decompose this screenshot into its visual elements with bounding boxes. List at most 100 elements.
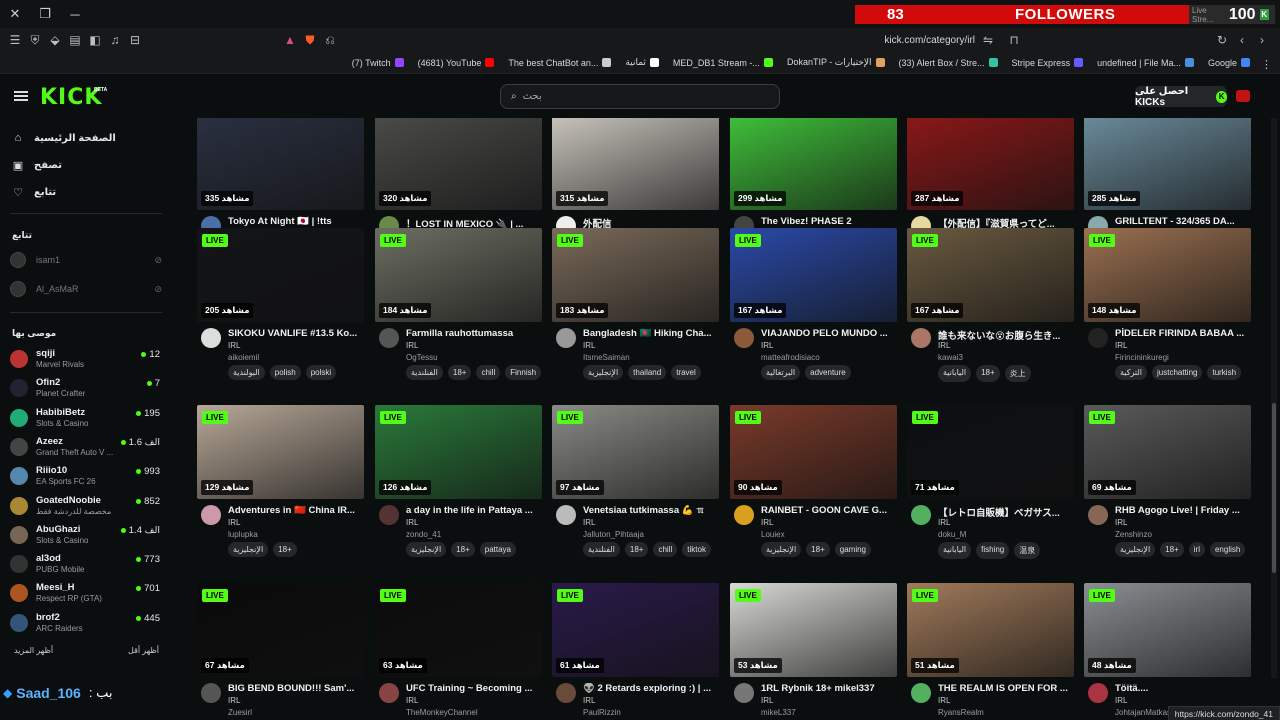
stream-tag[interactable]: justchatting xyxy=(1152,365,1203,380)
stream-thumbnail[interactable]: 285 مشاهد xyxy=(1084,118,1251,210)
stream-thumbnail[interactable]: LIVE 97 مشاهد xyxy=(552,405,719,499)
tabs-icon[interactable]: ⊟ xyxy=(125,28,145,52)
stream-thumbnail[interactable]: LIVE 69 مشاهد xyxy=(1084,405,1251,499)
stream-card[interactable]: LIVE 67 مشاهد BIG BEND BOUND!!! Sam'... IRL… xyxy=(197,583,364,720)
stream-tag[interactable]: pattaya xyxy=(479,542,516,557)
avatar[interactable] xyxy=(201,505,221,525)
stream-thumbnail[interactable]: LIVE 183 مشاهد xyxy=(552,228,719,322)
search-input[interactable]: ⌕ بحث xyxy=(500,84,780,109)
stream-card[interactable]: LIVE 90 مشاهد RAINBET - GOON CAVE G... IRL L… xyxy=(730,405,897,577)
stream-card[interactable]: LIVE 167 مشاهد 誰も来ないな😵お腹ら生き... IRL kawai3 الي… xyxy=(907,228,1074,400)
stream-tag[interactable]: gaming xyxy=(834,542,871,557)
stream-thumbnail[interactable]: 335 مشاهد xyxy=(197,118,364,210)
stream-thumbnail[interactable]: LIVE 126 مشاهد xyxy=(375,405,542,499)
bookmark-item[interactable]: DokanTIP - الإختيارات xyxy=(787,57,885,68)
stream-title[interactable]: Adventures in 🇨🇳 China IR... xyxy=(228,505,364,516)
avatar[interactable] xyxy=(379,683,399,703)
stream-title[interactable]: Farmilla rauhottumassa xyxy=(406,328,542,339)
stream-category[interactable]: IRL xyxy=(583,696,595,705)
stream-thumbnail[interactable]: LIVE 71 مشاهد xyxy=(907,405,1074,499)
stream-card[interactable]: LIVE 205 مشاهد SIKOKU VANLIFE #13.5 Ko... I… xyxy=(197,228,364,400)
stream-tag[interactable]: adventure xyxy=(805,365,851,380)
bookmark-item[interactable]: Google xyxy=(1208,58,1250,68)
stream-title[interactable]: 誰も来ないな😵お腹ら生き... xyxy=(938,328,1074,342)
stream-category[interactable]: IRL xyxy=(228,518,240,527)
extension-icon[interactable]: ⬙ xyxy=(45,28,65,52)
menu-icon[interactable]: ☰ xyxy=(5,28,25,52)
stream-card[interactable]: LIVE 184 مشاهد Farmilla rauhottumassa IRL Og… xyxy=(375,228,542,400)
bookmark-item[interactable]: ثمانية xyxy=(625,57,659,68)
stream-tag[interactable]: chill xyxy=(476,365,501,380)
stream-card[interactable]: LIVE 183 مشاهد Bangladesh 🇧🇩 Hiking Cha...… xyxy=(552,228,719,400)
stream-tag[interactable]: الإنجليزية xyxy=(761,542,802,557)
stream-card[interactable]: LIVE 51 مشاهد THE REALM IS OPEN FOR ... IRL… xyxy=(907,583,1074,720)
avatar[interactable] xyxy=(201,328,221,348)
avatar[interactable] xyxy=(556,505,576,525)
stream-thumbnail[interactable]: LIVE 61 مشاهد xyxy=(552,583,719,677)
avatar[interactable] xyxy=(734,328,754,348)
stream-card[interactable]: LIVE 61 مشاهد 👽 2 Retards exploring :) | .… xyxy=(552,583,719,720)
music-icon[interactable]: ♫ xyxy=(105,28,125,52)
close-window-icon[interactable]: ✕ xyxy=(0,6,30,22)
back-icon[interactable]: ‹ xyxy=(1232,28,1252,52)
site-settings-icon[interactable]: ⇋ xyxy=(978,28,998,52)
stream-category[interactable]: IRL xyxy=(938,696,950,705)
avatar[interactable] xyxy=(911,683,931,703)
stream-tag[interactable]: polish xyxy=(269,365,301,380)
stream-username[interactable]: doku_M xyxy=(938,530,966,539)
stream-card[interactable]: LIVE 69 مشاهد RHB Agogo Live! | Friday ...… xyxy=(1084,405,1251,577)
page-scrollbar[interactable] xyxy=(1271,118,1277,678)
stream-tag[interactable]: 18+ xyxy=(1160,542,1184,557)
stream-tag[interactable]: polski xyxy=(305,365,337,380)
url-text[interactable]: kick.com/category/irl xyxy=(884,35,975,46)
bookmark-item[interactable]: (33) Alert Box / Stre... xyxy=(899,58,998,68)
stream-tag[interactable]: 温泉 xyxy=(1014,542,1041,559)
recommended-item[interactable]: GoatedNoobie مخصصة للدردشة فقط 852 xyxy=(10,493,160,521)
stream-thumbnail[interactable]: 315 مشاهد xyxy=(552,118,719,210)
stream-tag[interactable]: 18+ xyxy=(624,542,649,557)
stream-username[interactable]: Zenshinzo xyxy=(1115,530,1152,539)
recommended-item[interactable]: AbuGhazi Slots & Casino 1.4 الف xyxy=(10,522,160,550)
recommended-item[interactable]: Ofin2 Planet Crafter 7 xyxy=(10,375,160,403)
stream-card[interactable]: LIVE 129 مشاهد Adventures in 🇨🇳 China IR..… xyxy=(197,405,364,577)
stream-category[interactable]: IRL xyxy=(583,518,595,527)
stream-username[interactable]: TheMonkeyChannel xyxy=(406,708,478,717)
stream-title[interactable]: RHB Agogo Live! | Friday ... xyxy=(1115,505,1251,516)
bookmark-item[interactable]: (7) Twitch xyxy=(352,58,404,68)
stream-thumbnail[interactable]: LIVE 205 مشاهد xyxy=(197,228,364,322)
avatar[interactable] xyxy=(201,683,221,703)
stream-card[interactable]: LIVE 63 مشاهد UFC Training ~ Becoming ... I… xyxy=(375,583,542,720)
stream-tag[interactable]: thailand xyxy=(628,365,667,380)
avatar[interactable] xyxy=(1088,328,1108,348)
stream-username[interactable]: kawai3 xyxy=(938,353,963,362)
sidebar-item-following[interactable]: ♡ تتابع xyxy=(12,186,56,199)
stream-tag[interactable]: irl xyxy=(1188,542,1205,557)
stream-title[interactable]: 【レトロ自販機】ベガサス... xyxy=(938,505,1074,519)
avatar[interactable] xyxy=(734,505,754,525)
stream-tag[interactable]: 18+ xyxy=(447,365,472,380)
address-bar[interactable]: ▲ ⛊ ⎌ kick.com/category/irl ⇋ ⊓ xyxy=(280,30,1030,50)
stream-title[interactable]: GRILLTENT - 324/365 DA... xyxy=(1115,216,1251,227)
share-icon[interactable]: ⎌ xyxy=(320,28,340,52)
stream-title[interactable]: RAINBET - GOON CAVE G... xyxy=(761,505,897,516)
stream-username[interactable]: RyansRealm xyxy=(938,708,984,717)
get-kicks-button[interactable]: احصل على KICKs K xyxy=(1135,86,1227,108)
stream-username[interactable]: Zuesirl xyxy=(228,708,252,717)
bookmark-item[interactable]: Stripe Express xyxy=(1012,58,1084,68)
stream-tag[interactable]: البولندية xyxy=(228,365,265,380)
recommended-item[interactable]: Azeez Grand Theft Auto V ... 1.6 الف xyxy=(10,434,160,462)
stream-username[interactable]: luplupka xyxy=(228,530,258,539)
sidebar-item-home[interactable]: ⌂ الصفحة الرئيسية xyxy=(12,132,116,144)
bookmark-icon[interactable]: ⊓ xyxy=(1004,28,1024,52)
stream-username[interactable]: OgTessu xyxy=(406,353,438,362)
avatar[interactable] xyxy=(1088,505,1108,525)
recommended-item[interactable]: sqiji Marvel Rivals 12 xyxy=(10,346,160,374)
stream-thumbnail[interactable]: 287 مشاهد xyxy=(907,118,1074,210)
recommended-item[interactable]: HabibiBetz Slots & Casino 195 xyxy=(10,405,160,433)
stream-title[interactable]: Töitä.... xyxy=(1115,683,1251,694)
stream-tag[interactable]: الإنجليزية xyxy=(228,542,269,557)
stream-thumbnail[interactable]: LIVE 167 مشاهد xyxy=(907,228,1074,322)
stream-card[interactable]: LIVE 167 مشاهد VIAJANDO PELO MUNDO ... IRL m… xyxy=(730,228,897,400)
stream-card[interactable]: LIVE 126 مشاهد a day in the life in Pattay… xyxy=(375,405,542,577)
stream-thumbnail[interactable]: LIVE 48 مشاهد xyxy=(1084,583,1251,677)
